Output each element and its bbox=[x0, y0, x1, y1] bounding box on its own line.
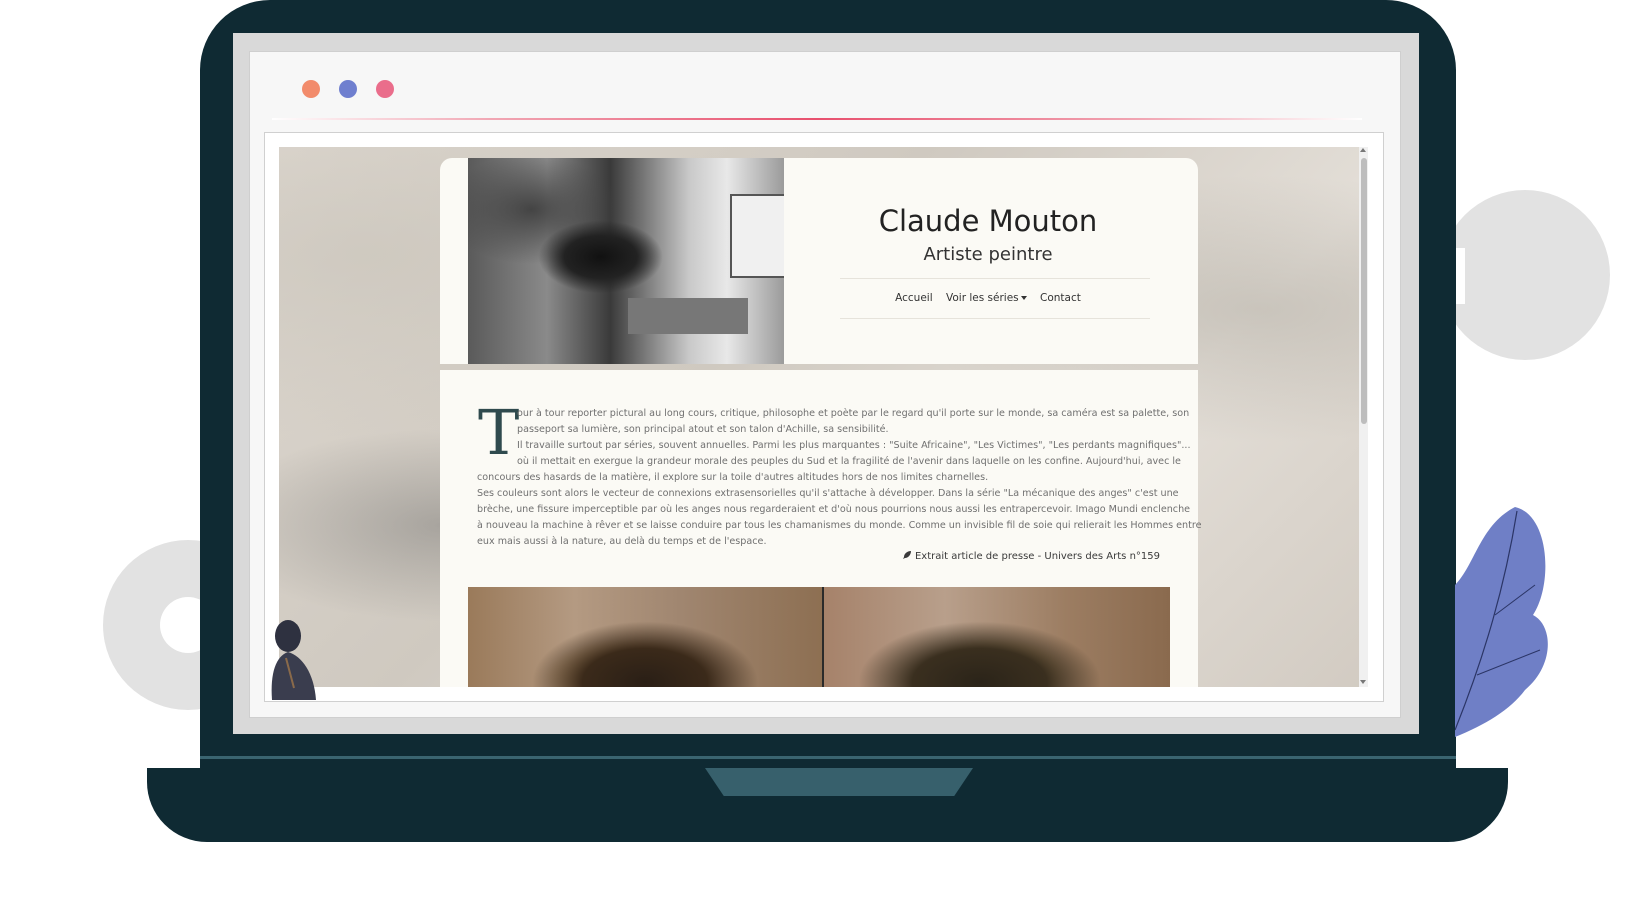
scroll-down-arrow-icon[interactable] bbox=[1360, 680, 1366, 684]
intro-line: brèche, une fissure imperceptible par où… bbox=[477, 504, 1191, 515]
intro-line: Il travaille surtout par séries, souvent… bbox=[517, 440, 1191, 451]
scrollbar-thumb[interactable] bbox=[1361, 158, 1367, 424]
painting-thumbnail-1[interactable] bbox=[468, 587, 822, 687]
gear-decoration-right bbox=[1440, 190, 1610, 360]
artist-subtitle: Artiste peintre bbox=[923, 244, 1053, 265]
intro-line: eux mais aussi à la nature, au delà du t… bbox=[477, 536, 767, 547]
press-source-text: Extrait article de presse - Univers des … bbox=[914, 551, 1160, 562]
painting-thumbnail-2[interactable] bbox=[824, 587, 1170, 687]
browser-accent-line bbox=[272, 118, 1362, 120]
intro-line: à nouveau la machine à rêver et se laiss… bbox=[477, 520, 1202, 531]
laptop-hinge bbox=[200, 756, 1456, 759]
artist-photo bbox=[468, 158, 784, 364]
photo-table bbox=[628, 298, 748, 334]
nav-series-label: Voir les séries bbox=[945, 292, 1019, 304]
statue-silhouette-image bbox=[271, 620, 316, 700]
intro-line: où il mettait en exergue la grandeur mor… bbox=[517, 456, 1181, 467]
nav-contact-link[interactable]: Contact bbox=[1040, 292, 1081, 304]
nav-divider-bottom bbox=[840, 318, 1150, 319]
intro-line: Ses couleurs sont alors le vecteur de co… bbox=[477, 488, 1179, 499]
caret-down-icon bbox=[1020, 296, 1027, 300]
gear-hole-right bbox=[1455, 248, 1465, 304]
intro-line: passeport sa lumière, son principal atou… bbox=[517, 424, 889, 435]
main-nav: Accueil Voir les séries Contact bbox=[840, 292, 1136, 304]
nav-series-dropdown[interactable]: Voir les séries bbox=[946, 292, 1027, 304]
intro-line: our à tour reporter pictural au long cou… bbox=[517, 408, 1190, 419]
window-dot-minimize[interactable] bbox=[339, 80, 357, 98]
photo-easel bbox=[730, 194, 784, 278]
intro-line: concours des hasards de la matière, il e… bbox=[477, 472, 989, 483]
window-dot-close[interactable] bbox=[302, 80, 320, 98]
window-dot-maximize[interactable] bbox=[376, 80, 394, 98]
laptop-notch bbox=[705, 768, 973, 796]
nav-home-link[interactable]: Accueil bbox=[895, 292, 933, 304]
scroll-up-arrow-icon[interactable] bbox=[1360, 148, 1366, 152]
leaf-decoration bbox=[1455, 507, 1548, 737]
intro-dropcap: T bbox=[478, 396, 520, 469]
press-source: Extrait article de presse - Univers des … bbox=[640, 550, 1160, 562]
artist-name: Claude Mouton bbox=[878, 204, 1098, 238]
nav-divider-top bbox=[840, 278, 1150, 279]
feather-icon bbox=[902, 551, 911, 559]
